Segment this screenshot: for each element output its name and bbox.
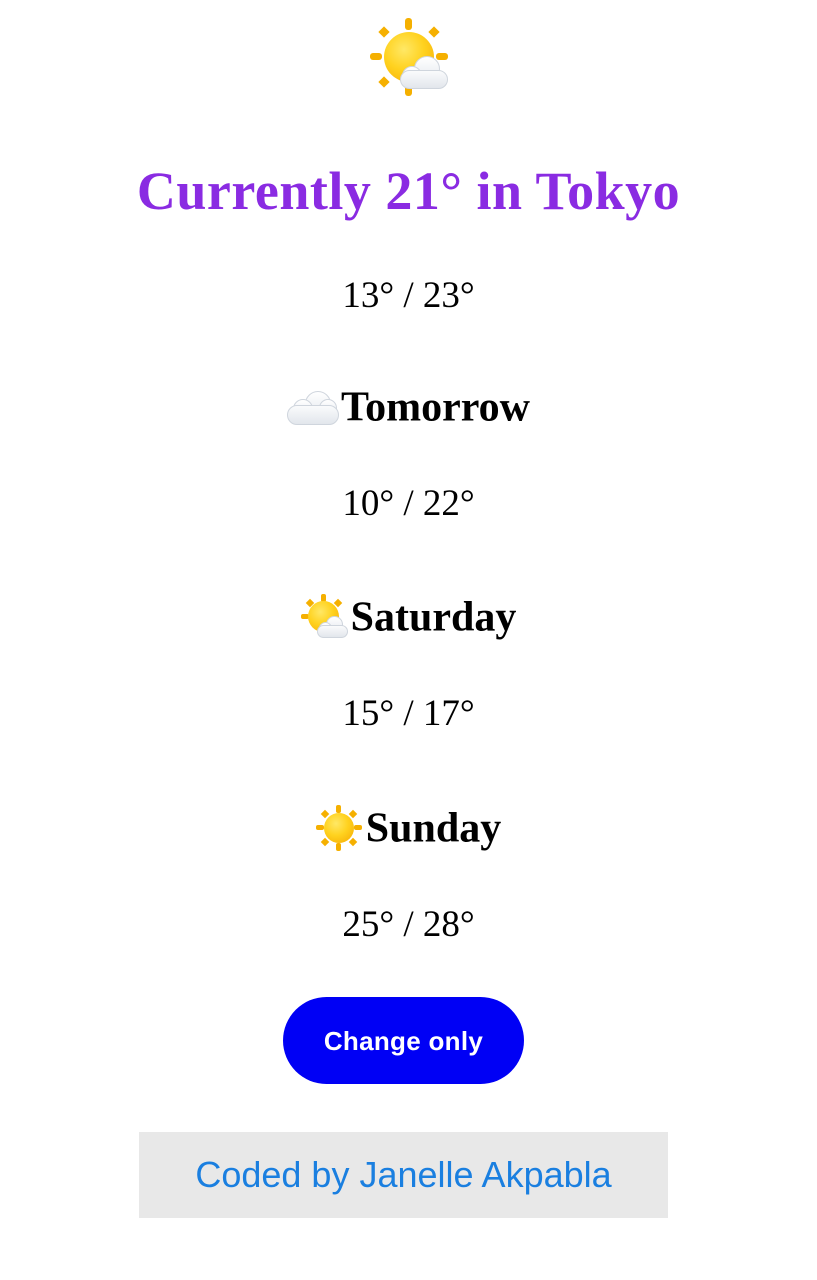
forecast-temp-range: 15° / 17° xyxy=(342,693,475,734)
footer-credit-link[interactable]: Coded by Janelle Akpabla xyxy=(195,1154,611,1195)
current-weather-icon-wrap xyxy=(0,18,817,96)
forecast-temp-range: 10° / 22° xyxy=(342,483,475,524)
forecast-day-saturday: Saturday xyxy=(0,588,817,643)
sun-behind-cloud-icon xyxy=(369,18,448,96)
page-title: Currently 21° in Tokyo xyxy=(136,161,681,221)
footer: Coded by Janelle Akpabla xyxy=(139,1132,668,1218)
sun-behind-cloud-icon xyxy=(300,594,348,640)
forecast-day-label: Saturday xyxy=(350,594,517,641)
weather-page: Currently 21° in Tokyo 13° / 23° Tomorro… xyxy=(0,0,817,1280)
change-only-button[interactable]: Change only xyxy=(283,997,524,1084)
forecast-day-tomorrow: Tomorrow xyxy=(0,378,817,433)
forecast-day-label: Sunday xyxy=(365,805,502,852)
forecast-temp-range: 25° / 28° xyxy=(342,904,475,945)
forecast-day-label: Tomorrow xyxy=(341,384,530,431)
cloud-icon xyxy=(287,387,339,427)
forecast-day-sunday: Sunday xyxy=(0,799,817,854)
current-temp-range: 13° / 23° xyxy=(342,275,475,316)
sun-icon xyxy=(315,805,362,852)
